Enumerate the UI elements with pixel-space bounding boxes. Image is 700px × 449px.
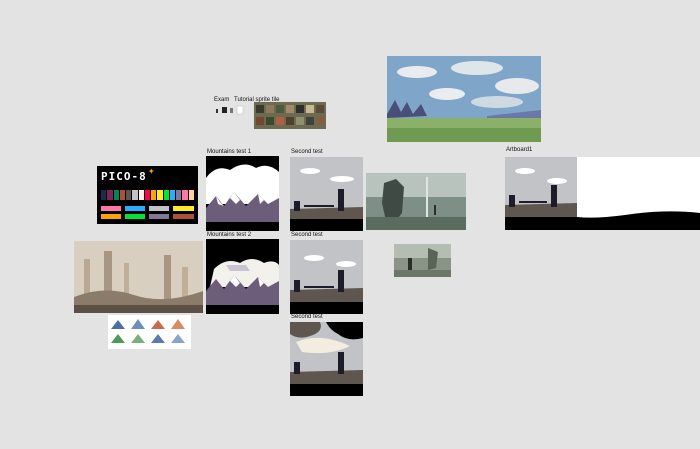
mountains-test-1-frame[interactable] (206, 156, 279, 231)
frame-label-second-test-2[interactable]: Second test (291, 232, 323, 238)
frame-label-second-test-1[interactable]: Second test (291, 149, 323, 155)
mountains-test-2-frame[interactable] (206, 239, 279, 314)
second-test-3-frame[interactable] (290, 322, 363, 396)
mountain-swatches-frame[interactable] (108, 315, 191, 349)
pico8-gradient-rows (101, 206, 194, 220)
frame-label-mountains-test-1[interactable]: Mountains test 1 (207, 149, 251, 155)
pico8-palette-frame[interactable]: PICO-8 ✦ (97, 166, 198, 224)
canvas[interactable]: { "frames": { "example_label": "Exam", "… (0, 0, 700, 449)
frame-label-mountains-test-2[interactable]: Mountains test 2 (207, 232, 251, 238)
ruins-image-frame[interactable] (74, 241, 203, 313)
second-test-1-frame[interactable] (290, 157, 363, 231)
colossus-image-frame[interactable] (366, 173, 466, 230)
pico8-logo: PICO-8 (101, 170, 147, 183)
artboard1-frame[interactable] (505, 157, 700, 230)
frame-label-second-test-3[interactable]: Second test (291, 314, 323, 320)
tutorial-sprite-tile-frame[interactable] (254, 102, 326, 129)
example-sprites-frame[interactable] (215, 104, 251, 116)
pico8-palette-swatches (101, 190, 194, 200)
frame-label-example[interactable]: Exam (214, 97, 229, 103)
colossus-small-image-frame[interactable] (394, 244, 451, 277)
pico8-star-icon: ✦ (148, 167, 155, 176)
second-test-2-frame[interactable] (290, 240, 363, 314)
frame-label-artboard1[interactable]: Artboard1 (506, 147, 532, 153)
landscape-image-frame[interactable] (387, 56, 541, 142)
